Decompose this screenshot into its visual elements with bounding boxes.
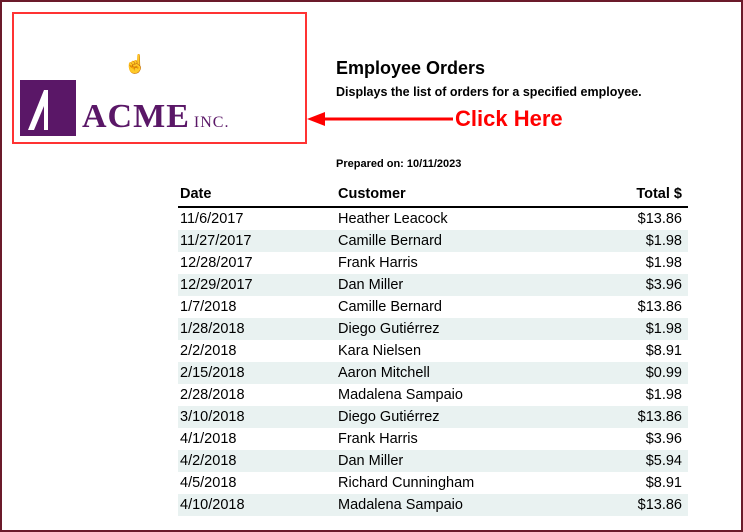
cell-date: 11/6/2017 [178,207,336,230]
table-row: 3/10/2018Diego Gutiérrez$13.86 [178,406,688,428]
col-header-total: Total $ [598,182,688,207]
cell-date: 4/1/2018 [178,428,336,450]
cell-total: $1.98 [598,252,688,274]
cell-customer: Diego Gutiérrez [336,318,598,340]
cell-total: $0.99 [598,362,688,384]
table-row: 1/7/2018Camille Bernard$13.86 [178,296,688,318]
cell-date: 3/10/2018 [178,406,336,428]
cell-date: 1/28/2018 [178,318,336,340]
table-row: 4/5/2018Richard Cunningham$8.91 [178,472,688,494]
table-row: 12/29/2017Dan Miller$3.96 [178,274,688,296]
cell-total: $13.86 [598,207,688,230]
cell-total: $13.86 [598,406,688,428]
orders-table: Date Customer Total $ 11/6/2017Heather L… [178,182,688,516]
logo-highlight-box[interactable]: ACME INC. ☝ [12,12,307,144]
cell-customer: Frank Harris [336,252,598,274]
cell-date: 4/5/2018 [178,472,336,494]
logo-brand-primary: ACME [82,98,190,136]
cell-customer: Camille Bernard [336,230,598,252]
table-row: 1/28/2018Diego Gutiérrez$1.98 [178,318,688,340]
page-subtitle: Displays the list of orders for a specif… [336,85,642,99]
cell-customer: Richard Cunningham [336,472,598,494]
annotation-label: Click Here [455,106,563,132]
cell-total: $8.91 [598,472,688,494]
logo-mark-icon [20,80,76,136]
orders-table-container: Date Customer Total $ 11/6/2017Heather L… [178,182,688,516]
cell-customer: Diego Gutiérrez [336,406,598,428]
cell-date: 2/15/2018 [178,362,336,384]
prepared-value: 10/11/2023 [407,158,461,170]
cell-total: $3.96 [598,274,688,296]
report-header: Employee Orders Displays the list of ord… [336,58,642,99]
cell-total: $3.96 [598,428,688,450]
table-row: 2/28/2018Madalena Sampaio$1.98 [178,384,688,406]
cell-date: 11/27/2017 [178,230,336,252]
cell-date: 4/2/2018 [178,450,336,472]
annotation-callout: Click Here [307,106,563,132]
cell-customer: Aaron Mitchell [336,362,598,384]
cell-total: $1.98 [598,318,688,340]
col-header-customer: Customer [336,182,598,207]
cell-total: $1.98 [598,384,688,406]
cell-customer: Camille Bernard [336,296,598,318]
company-logo[interactable]: ACME INC. [20,80,229,136]
logo-brand-suffix: INC. [194,114,230,132]
page-title: Employee Orders [336,58,642,79]
cell-customer: Madalena Sampaio [336,494,598,516]
cell-total: $1.98 [598,230,688,252]
table-header-row: Date Customer Total $ [178,182,688,207]
cell-total: $8.91 [598,340,688,362]
arrow-left-icon [307,109,455,129]
cell-total: $13.86 [598,296,688,318]
cell-customer: Dan Miller [336,274,598,296]
cell-customer: Heather Leacock [336,207,598,230]
col-header-date: Date [178,182,336,207]
table-row: 2/15/2018Aaron Mitchell$0.99 [178,362,688,384]
cell-date: 4/10/2018 [178,494,336,516]
pointer-cursor-icon: ☝ [124,54,146,75]
table-row: 11/27/2017Camille Bernard$1.98 [178,230,688,252]
cell-customer: Frank Harris [336,428,598,450]
logo-text: ACME INC. [82,98,229,136]
table-row: 4/2/2018Dan Miller$5.94 [178,450,688,472]
cell-date: 2/2/2018 [178,340,336,362]
cell-customer: Kara Nielsen [336,340,598,362]
cell-date: 2/28/2018 [178,384,336,406]
cell-date: 1/7/2018 [178,296,336,318]
table-row: 2/2/2018Kara Nielsen$8.91 [178,340,688,362]
table-row: 4/1/2018Frank Harris$3.96 [178,428,688,450]
cell-customer: Madalena Sampaio [336,384,598,406]
prepared-on: Prepared on: 10/11/2023 [336,158,461,170]
cell-total: $13.86 [598,494,688,516]
cell-date: 12/28/2017 [178,252,336,274]
table-row: 11/6/2017Heather Leacock$13.86 [178,207,688,230]
prepared-label: Prepared on: [336,158,404,170]
cell-customer: Dan Miller [336,450,598,472]
table-row: 12/28/2017Frank Harris$1.98 [178,252,688,274]
cell-date: 12/29/2017 [178,274,336,296]
cell-total: $5.94 [598,450,688,472]
table-row: 4/10/2018Madalena Sampaio$13.86 [178,494,688,516]
